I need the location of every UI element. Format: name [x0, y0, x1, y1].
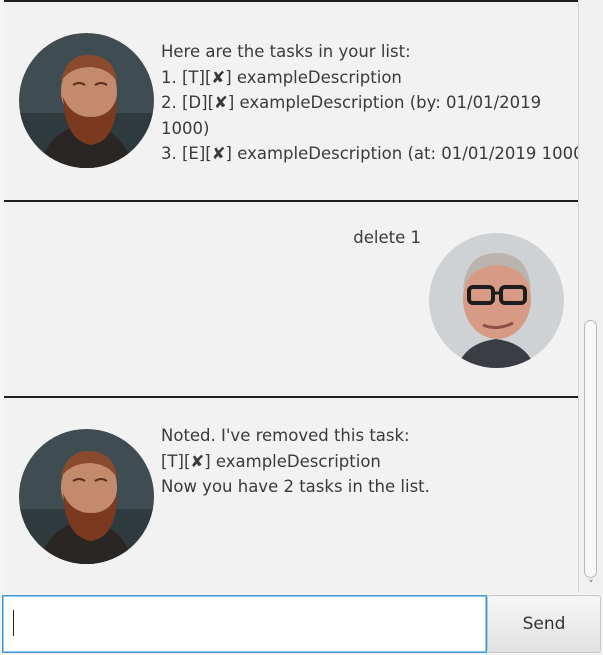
dialog-container[interactable]: Here are the tasks in your list: 1. [T][… [0, 0, 603, 593]
send-button[interactable]: Send [487, 595, 601, 653]
message-line: 2. [D][✘] exampleDescription (by: 01/01/… [161, 93, 542, 112]
vertical-scrollbar[interactable]: ˅ [578, 0, 603, 593]
message-line: 1. [T][✘] exampleDescription [161, 67, 402, 87]
scroll-down-arrow-icon[interactable]: ˅ [579, 577, 603, 593]
message-input[interactable] [2, 595, 487, 653]
duke-message-text: Noted. I've removed this task: [T][✘] ex… [161, 423, 430, 500]
message-line: 3. [E][✘] exampleDescription (at: 01/01/… [161, 144, 600, 163]
message-line: Here are the tasks in your list: [161, 42, 411, 61]
message-line: 1000) [161, 118, 210, 138]
user-message-text: delete 1 [353, 225, 421, 251]
duke-avatar [19, 33, 154, 168]
duke-avatar [19, 429, 154, 564]
message-line: Noted. I've removed this task: [161, 426, 410, 445]
text-caret [13, 610, 14, 636]
message-line: delete 1 [353, 228, 421, 247]
duke-message-text: Here are the tasks in your list: 1. [T][… [161, 39, 599, 167]
duke-dialog-box: Noted. I've removed this task: [T][✘] ex… [4, 396, 578, 593]
scrollbar-thumb[interactable] [584, 320, 597, 578]
message-line: [T][✘] exampleDescription [161, 451, 381, 471]
user-dialog-box: delete 1 [4, 200, 578, 396]
user-avatar [429, 233, 564, 368]
message-line: Now you have 2 tasks in the list. [161, 477, 430, 496]
duke-dialog-box: Here are the tasks in your list: 1. [T][… [4, 0, 599, 200]
input-bar: Send [0, 593, 603, 655]
